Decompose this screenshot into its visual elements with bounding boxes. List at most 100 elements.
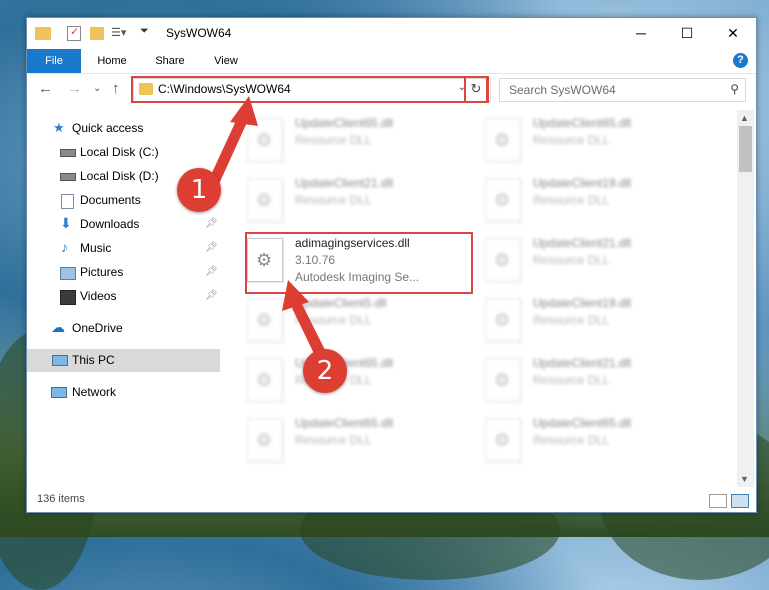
back-arrow-icon[interactable]: ← (38, 80, 53, 97)
dll-file-icon: ⚙ (485, 418, 521, 462)
recent-locations-icon[interactable]: ⌄ (93, 83, 101, 94)
sidebar-item-label: Downloads (80, 217, 140, 231)
sidebar-item-local-disk-c[interactable]: Local Disk (C:) (27, 141, 220, 164)
sidebar-item-this-pc[interactable]: This PC (27, 349, 220, 372)
gear-icon: ⚙ (256, 370, 273, 390)
sidebar-item-label: This PC (72, 353, 115, 367)
sidebar-item-downloads[interactable]: ⬇ Downloads 📌︎ (27, 213, 220, 236)
item-count: 136 items (37, 493, 85, 505)
search-input[interactable]: Search SysWOW64 (509, 83, 616, 97)
large-icons-view-icon[interactable] (731, 494, 749, 508)
search-icon[interactable]: ⚲ (730, 82, 739, 96)
file-item[interactable]: ⚙ UpdateClient21.dll Resource DLL (247, 174, 479, 230)
file-highlight (245, 232, 473, 294)
search-box[interactable]: Search SysWOW64 ⚲ (499, 78, 746, 102)
sidebar-item-label: Pictures (80, 265, 124, 279)
minimize-button[interactable]: ─ (618, 18, 664, 49)
gear-icon: ⚙ (494, 430, 511, 450)
gear-icon: ⚙ (256, 130, 273, 150)
network-icon (51, 387, 67, 398)
scroll-thumb[interactable] (739, 126, 752, 172)
forward-arrow-icon[interactable]: → (67, 80, 82, 97)
pin-icon[interactable]: 📌︎ (205, 218, 218, 229)
gear-icon: ⚙ (256, 430, 273, 450)
drive-icon (60, 149, 76, 157)
sidebar-item-label: OneDrive (72, 321, 123, 335)
sidebar-item-videos[interactable]: Videos 📌︎ (27, 285, 220, 308)
step-badge-2: 2 (303, 349, 347, 393)
sidebar-item-network[interactable]: Network (27, 381, 220, 404)
file-item[interactable]: ⚙ UpdateClient19.dll Resource DLL (485, 174, 717, 230)
gear-icon: ⚙ (256, 310, 273, 330)
file-item[interactable]: ⚙ UpdateClient65.dll Resource DLL (485, 114, 717, 170)
window-title: SysWOW64 (166, 26, 232, 40)
help-icon[interactable]: ? (733, 53, 748, 68)
title-bar: ✓ ☰▾ ⏷ SysWOW64 ─ ☐ ✕ (27, 18, 756, 49)
download-arrow-icon: ⬇ (60, 215, 72, 231)
pin-icon[interactable]: 📌︎ (205, 266, 218, 277)
dll-file-icon: ⚙ (485, 118, 521, 162)
gear-icon: ⚙ (494, 370, 511, 390)
cloud-icon: ☁ (51, 319, 65, 335)
file-item[interactable]: ⚙ UpdateClient65.dll Resource DLL (247, 354, 479, 410)
dll-file-icon: ⚙ (485, 238, 521, 282)
navigation-pane: ★ Quick access Local Disk (C:) Local Dis… (27, 110, 220, 490)
file-item[interactable]: ⚙ UpdateClient65.dll Resource DLL (247, 114, 479, 170)
properties-icon[interactable]: ✓ (67, 26, 81, 41)
scroll-up-icon[interactable]: ▲ (740, 113, 749, 123)
gear-icon: ⚙ (494, 130, 511, 150)
sidebar-item-label: Videos (80, 289, 117, 303)
tab-view[interactable]: View (201, 49, 251, 73)
gear-icon: ⚙ (494, 250, 511, 270)
sidebar-item-quick-access[interactable]: ★ Quick access (27, 117, 220, 140)
dll-file-icon: ⚙ (485, 298, 521, 342)
up-arrow-icon[interactable]: ↑ (112, 80, 120, 97)
sidebar-item-label: Network (72, 385, 117, 399)
pin-icon[interactable]: 📌︎ (205, 242, 218, 253)
sidebar-item-music[interactable]: ♪ Music 📌︎ (27, 237, 220, 260)
computer-icon (52, 355, 68, 366)
refresh-highlight (464, 76, 488, 103)
sidebar-item-label: Local Disk (C:) (80, 145, 159, 159)
sidebar-item-label: Documents (80, 193, 141, 207)
maximize-button[interactable]: ☐ (664, 18, 710, 49)
file-item[interactable]: ⚙ UpdateClient65.dll Resource DLL (247, 414, 479, 470)
sidebar-item-label: Local Disk (D:) (80, 169, 159, 183)
dll-file-icon: ⚙ (247, 178, 283, 222)
folder-icon (35, 27, 51, 40)
scroll-down-icon[interactable]: ▼ (740, 474, 749, 484)
file-item[interactable]: ⚙ UpdateClient19.dll Resource DLL (485, 294, 717, 350)
sidebar-item-pictures[interactable]: Pictures 📌︎ (27, 261, 220, 284)
vertical-scrollbar[interactable]: ▲ ▼ (737, 110, 754, 487)
address-bar-highlight (131, 76, 489, 103)
file-item[interactable]: ⚙ UpdateClient65.dll Resource DLL (485, 414, 717, 470)
status-bar: 136 items (27, 490, 756, 512)
sidebar-item-label: Quick access (72, 121, 144, 135)
view-icon[interactable]: ☰▾ (111, 26, 127, 42)
pin-icon[interactable]: 📌︎ (205, 290, 218, 301)
sidebar-item-label: Music (80, 241, 112, 255)
dll-file-icon: ⚙ (247, 118, 283, 162)
gear-icon: ⚙ (494, 190, 511, 210)
dll-file-icon: ⚙ (247, 418, 283, 462)
customize-toolbar-icon[interactable]: ⏷ (140, 25, 156, 41)
tab-share[interactable]: Share (145, 49, 195, 73)
dll-file-icon: ⚙ (247, 358, 283, 402)
file-list: ⚙ UpdateClient65.dll Resource DLL ⚙ Upda… (237, 110, 737, 487)
sidebar-item-onedrive[interactable]: ☁ OneDrive (27, 317, 220, 340)
dll-file-icon: ⚙ (485, 358, 521, 402)
film-strip-icon (60, 290, 76, 305)
file-explorer-window: ✓ ☰▾ ⏷ SysWOW64 ─ ☐ ✕ File Home Share Vi… (26, 17, 757, 513)
file-item[interactable]: ⚙ UpdateClient21.dll Resource DLL (485, 234, 717, 290)
details-view-icon[interactable] (709, 494, 727, 508)
star-icon: ★ (53, 120, 65, 135)
music-note-icon: ♪ (61, 239, 68, 255)
tab-home[interactable]: Home (87, 49, 137, 73)
close-button[interactable]: ✕ (710, 18, 756, 49)
file-item[interactable]: ⚙ UpdateClient21.dll Resource DLL (485, 354, 717, 410)
file-item[interactable]: ⚙ UpdateClient5.dll Resource DLL (247, 294, 479, 350)
ribbon-tabs: File Home Share View ? (27, 49, 756, 74)
new-folder-icon[interactable] (90, 27, 104, 40)
gear-icon: ⚙ (494, 310, 511, 330)
tab-file[interactable]: File (27, 49, 81, 73)
